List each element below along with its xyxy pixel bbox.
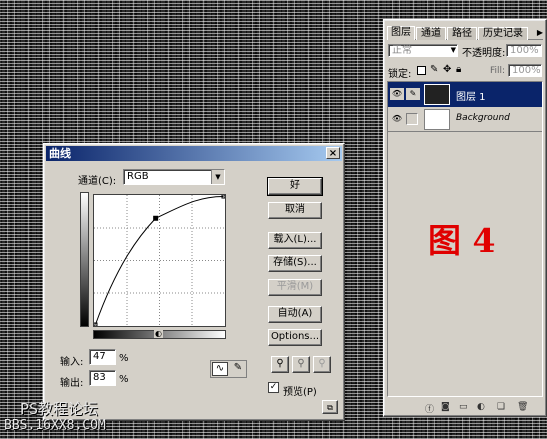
curve-line	[95, 196, 224, 325]
gray-eyedropper-icon[interactable]: ⚲	[292, 356, 310, 373]
swap-gradient-icon[interactable]: ◐	[154, 329, 163, 338]
auto-button[interactable]: 自动(A)	[268, 306, 322, 323]
layer-row-1[interactable]: 👁︎ ✎ 图层 1	[388, 82, 542, 107]
curve-tool-icon[interactable]: ∿	[212, 362, 228, 376]
output-label: 输出:	[60, 378, 84, 389]
lock-label: 锁定:	[388, 69, 412, 80]
options-button[interactable]: Options...	[268, 329, 322, 346]
curve-control-point	[153, 215, 159, 221]
fill-input[interactable]: 100%	[508, 64, 542, 77]
input-label: 输入:	[60, 357, 84, 368]
chevron-down-icon: ▼	[211, 170, 224, 184]
dialog-titlebar: 曲线 ×	[46, 146, 342, 161]
layer-thumbnail	[424, 84, 450, 105]
preview-label: 预览(P)	[283, 387, 317, 398]
curve-tool-group: ∿ ✎	[210, 360, 247, 378]
lock-move-icon[interactable]: ✥	[443, 64, 451, 75]
preview-checkbox[interactable]: ✓	[268, 382, 279, 393]
layer-thumbnail	[424, 109, 450, 130]
watermark-line1: PS教程论坛	[20, 400, 99, 418]
new-layer-icon[interactable]: ❏	[497, 402, 505, 412]
eye-icon[interactable]: 👁︎	[390, 113, 404, 125]
pencil-tool-icon[interactable]: ✎	[230, 362, 246, 376]
lock-transparency-icon[interactable]	[417, 66, 426, 75]
brush-link-icon[interactable]: ✎	[406, 88, 420, 100]
output-value-field[interactable]: 83	[89, 370, 116, 386]
lock-brush-icon[interactable]: ✎	[430, 64, 438, 75]
watermark-line2: BBS.16XX8.COM	[4, 418, 106, 433]
tab-history[interactable]: 历史记录	[478, 27, 528, 40]
output-gradient-bar	[80, 192, 89, 327]
close-icon[interactable]: ×	[326, 147, 340, 159]
adjustment-icon[interactable]: ◐	[477, 402, 485, 412]
input-gradient-bar: ◐	[93, 329, 226, 339]
layers-bottom-toolbar: ⓕ ◙ ▭ ◐ ❏ 🗑︎	[387, 401, 543, 415]
channel-select[interactable]: RGB ▼	[123, 169, 225, 185]
figure-annotation: 图 4	[428, 221, 496, 260]
new-set-icon[interactable]: ▭	[459, 402, 468, 412]
fill-label: Fill:	[490, 66, 506, 76]
panel-menu-arrow-icon[interactable]: ▶	[537, 28, 543, 37]
link-box-icon[interactable]	[406, 113, 418, 125]
lock-all-icon[interactable]: 🔒︎	[456, 64, 461, 75]
curves-dialog: 曲线 × 通道(C): RGB ▼ ◐ 输入: 47 % 输出: 83 % ∿ …	[43, 143, 345, 421]
blend-mode-select[interactable]: 正常 ▼	[388, 44, 458, 57]
load-button[interactable]: 载入(L)...	[268, 232, 322, 249]
tab-paths[interactable]: 路径	[447, 27, 477, 40]
tab-channels[interactable]: 通道	[416, 27, 446, 40]
input-value-field[interactable]: 47	[89, 349, 116, 365]
channel-label: 通道(C):	[78, 176, 117, 187]
mask-icon[interactable]: ◙	[441, 402, 450, 412]
layer-name[interactable]: 图层 1	[456, 88, 486, 103]
output-percent: %	[119, 374, 129, 385]
save-button[interactable]: 存储(S)...	[268, 255, 322, 272]
dialog-title: 曲线	[49, 147, 71, 160]
expand-dialog-icon[interactable]: ⧉	[322, 400, 338, 414]
chevron-down-icon: ▼	[450, 46, 456, 54]
eye-icon[interactable]: 👁︎	[390, 88, 404, 100]
curve-graph[interactable]	[93, 194, 226, 327]
layer-row-background[interactable]: 👁︎ Background	[388, 107, 542, 132]
white-eyedropper-icon[interactable]: ⚲	[313, 356, 331, 373]
black-eyedropper-icon[interactable]: ⚲	[271, 356, 289, 373]
opacity-label: 不透明度:	[462, 48, 506, 59]
cancel-button[interactable]: 取消	[268, 202, 322, 219]
layer-style-icon[interactable]: ⓕ	[425, 402, 434, 415]
smooth-button[interactable]: 平滑(M)	[268, 279, 322, 296]
eyedropper-group: ⚲ ⚲ ⚲	[271, 356, 335, 374]
opacity-input[interactable]: 100%	[506, 44, 542, 57]
layer-name[interactable]: Background	[456, 113, 510, 123]
tab-layers[interactable]: 图层	[387, 26, 415, 40]
trash-icon[interactable]: 🗑︎	[517, 402, 528, 412]
ok-button[interactable]: 好	[267, 177, 323, 196]
curve-svg	[94, 195, 225, 326]
layers-tab-bar: 图层 通道 路径 历史记录 ▶	[387, 26, 543, 40]
input-percent: %	[119, 353, 129, 364]
